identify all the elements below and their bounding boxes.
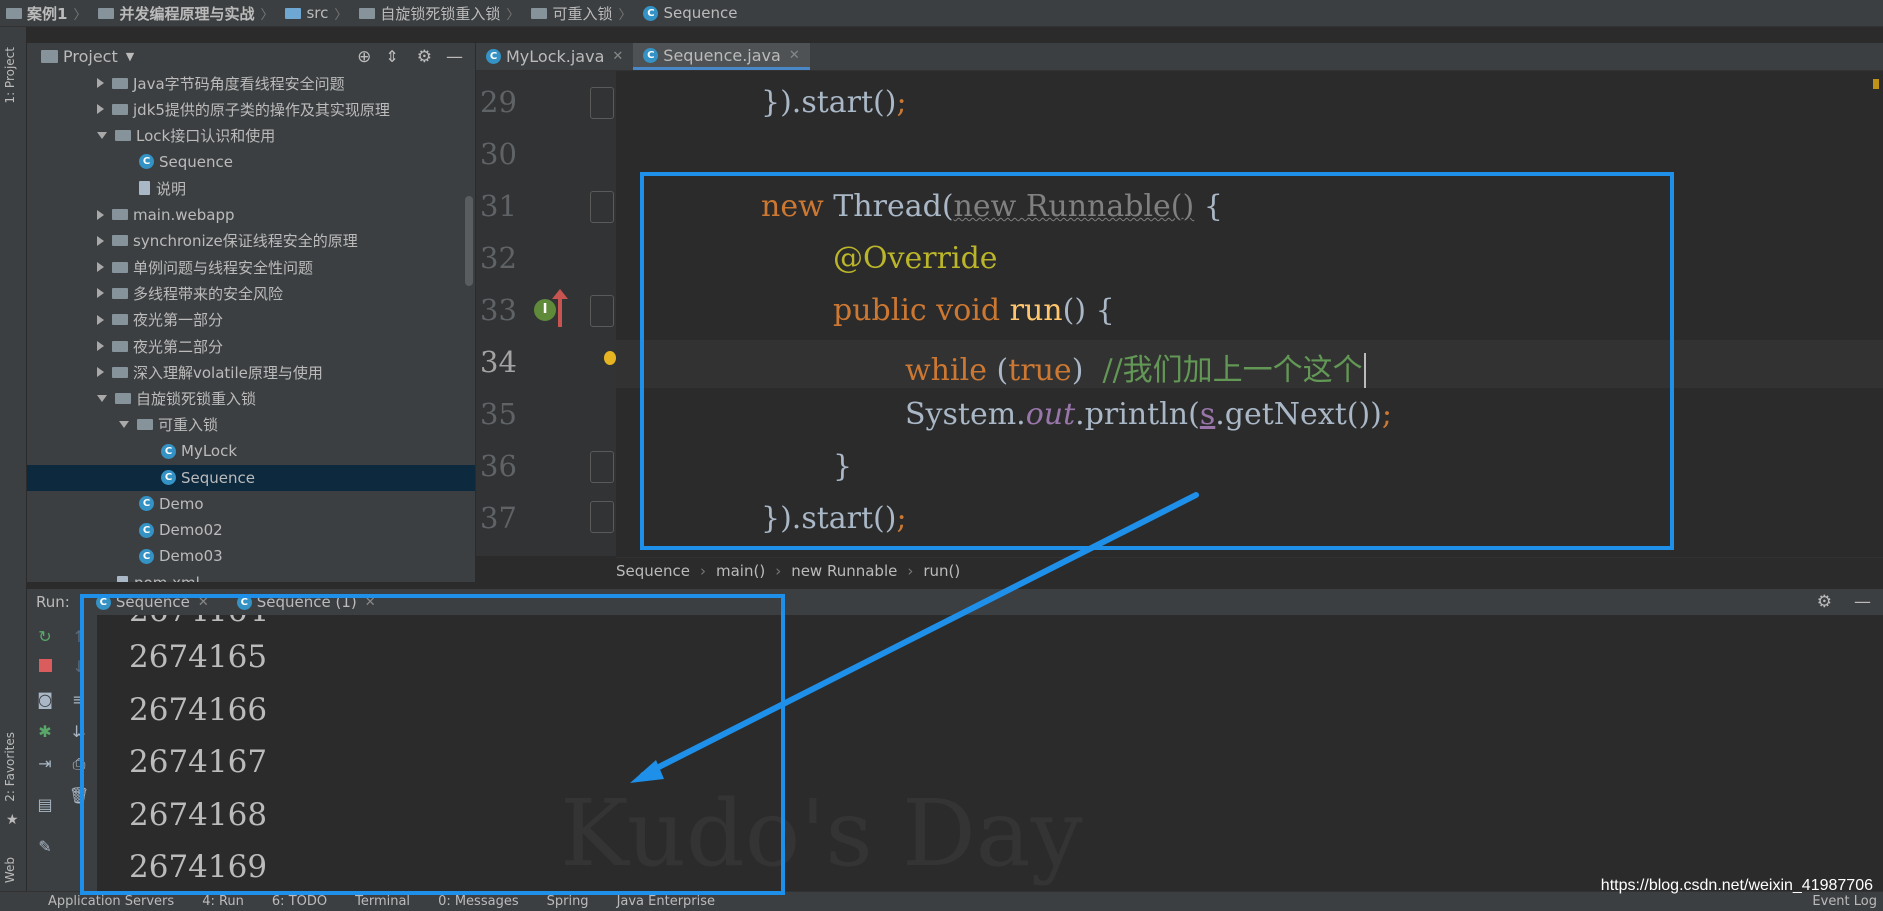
arrow-head bbox=[630, 760, 664, 783]
arrow-thin-start bbox=[999, 494, 1197, 594]
annotation-arrow bbox=[630, 492, 1199, 783]
